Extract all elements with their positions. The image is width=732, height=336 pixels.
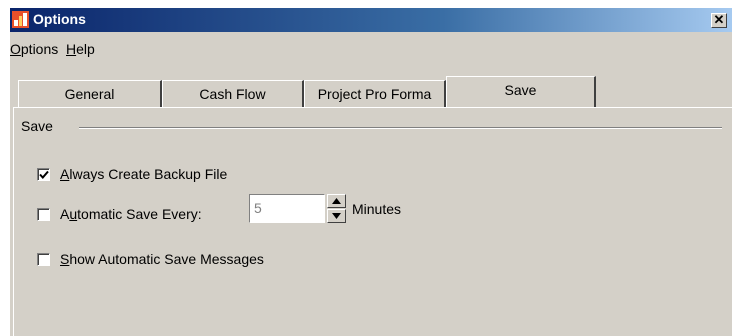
window-title: Options [33, 11, 86, 27]
show-messages-label[interactable]: Show Automatic Save Messages [60, 251, 264, 267]
tab-cash-flow[interactable]: Cash Flow [162, 80, 304, 108]
tab-project-pro-forma-label: Project Pro Forma [317, 86, 432, 102]
tab-general[interactable]: General [18, 80, 162, 108]
auto-save-checkbox[interactable] [37, 208, 50, 221]
arrow-down-icon [332, 213, 341, 219]
tab-general-label: General [64, 86, 115, 102]
auto-save-minutes-input[interactable]: 5 [249, 194, 325, 223]
save-group-label: Save [21, 118, 55, 134]
menu-options[interactable]: Options [10, 41, 58, 57]
always-backup-label[interactable]: Always Create Backup File [60, 166, 227, 182]
show-messages-checkbox[interactable] [37, 253, 50, 266]
auto-save-label[interactable]: Automatic Save Every: [60, 206, 202, 222]
tab-project-pro-forma[interactable]: Project Pro Forma [304, 80, 446, 108]
always-backup-checkbox[interactable] [37, 168, 50, 181]
checkmark-icon [39, 170, 49, 179]
app-logo-icon [12, 11, 29, 28]
tab-cash-flow-label: Cash Flow [199, 86, 266, 102]
spin-down-button[interactable] [327, 209, 346, 223]
arrow-up-icon [332, 198, 341, 204]
close-button[interactable]: ✕ [711, 13, 727, 28]
group-divider [79, 127, 722, 129]
title-bar[interactable]: Options ✕ [10, 8, 732, 32]
spin-up-button[interactable] [327, 194, 346, 208]
menu-help[interactable]: Help [66, 41, 95, 57]
close-icon: ✕ [713, 12, 725, 27]
minutes-label: Minutes [352, 201, 402, 217]
tab-save-label: Save [504, 82, 537, 98]
tab-save[interactable]: Save [446, 76, 596, 108]
